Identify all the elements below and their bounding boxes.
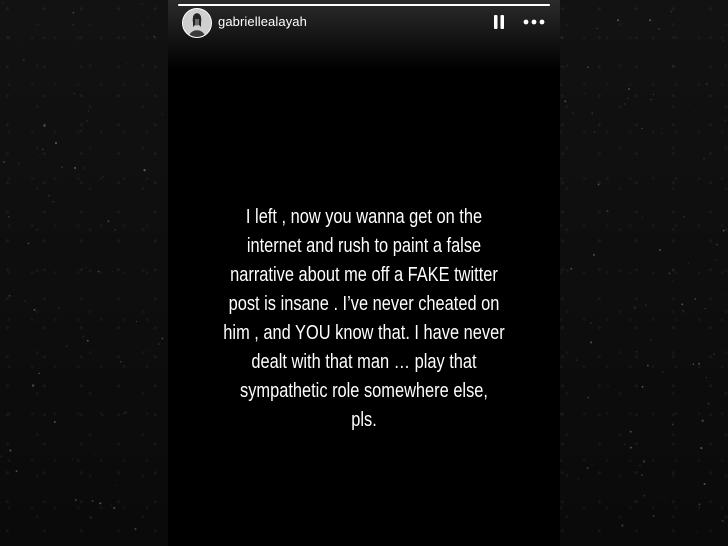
story-progress-bar (178, 4, 550, 6)
story-header: gabriellealayah (168, 0, 560, 70)
pause-button[interactable] (492, 14, 506, 30)
story-viewer[interactable]: gabriellealayah I left , now you wanna g… (168, 0, 560, 546)
story-progress-fill (178, 4, 550, 6)
story-text: I left , now you wanna get on the intern… (223, 206, 505, 431)
username[interactable]: gabriellealayah (218, 14, 307, 29)
more-options-button[interactable] (523, 14, 545, 30)
more-horizontal-icon (523, 19, 545, 25)
pause-icon (494, 15, 504, 29)
avatar[interactable] (182, 8, 212, 38)
avatar-image (183, 9, 211, 37)
